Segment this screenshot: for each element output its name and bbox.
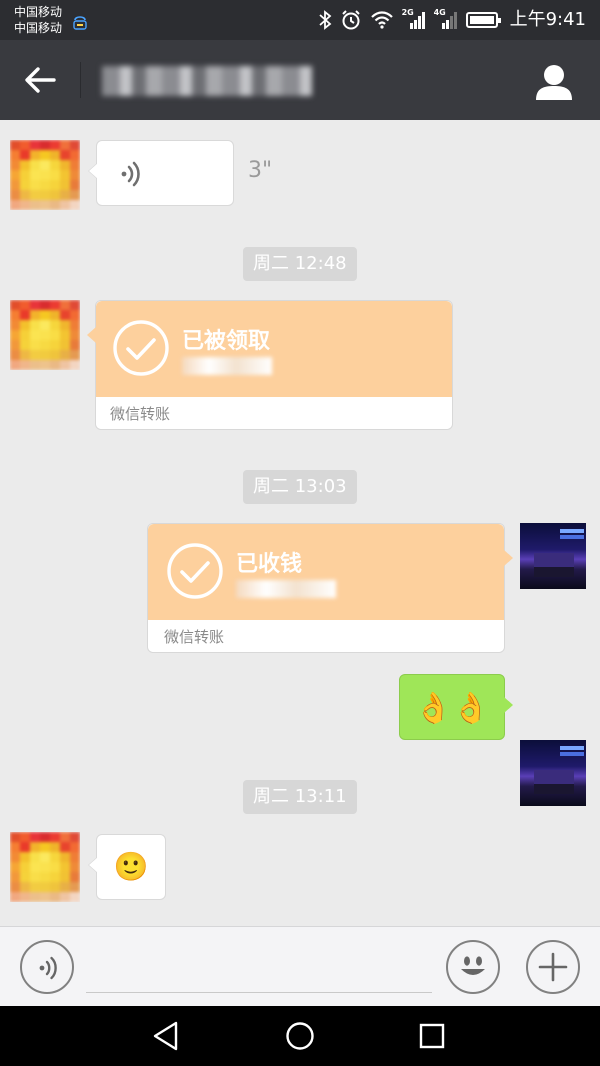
nav-back-icon[interactable] [148,1018,184,1054]
transfer-label: 微信转账 [110,405,171,423]
voice-input-button[interactable] [20,940,74,994]
contact-avatar[interactable] [10,832,80,902]
transfer-card-received[interactable]: 已被领取 微信转账 [87,300,453,430]
more-options-button[interactable] [526,940,580,994]
emoji-icon [461,956,485,975]
self-avatar[interactable] [520,740,586,806]
voice-message-bubble[interactable] [88,140,234,206]
message-input[interactable] [86,941,432,993]
signal-4g-icon: 4G [434,8,458,30]
transfer-card-footer: 微信转账 [96,397,452,429]
transfer-card-header: 已收钱 [148,524,504,620]
self-avatar[interactable] [520,523,586,589]
voice-duration: 3" [248,158,273,183]
chat-title [102,66,312,96]
check-circle-icon [167,543,223,599]
message-timestamp: 周二 12:48 [243,247,357,281]
wifi-icon [370,11,393,29]
alarm-icon [341,10,360,30]
plus-icon [538,952,568,982]
title-divider [80,62,81,98]
carrier-1: 中国移动 [14,5,63,19]
emoji-message-text: 👌👌 [414,691,490,726]
chat-area[interactable]: 3" 周二 12:48 已被领取 微信转账 周二 13:03 已收钱 微信转账 … [0,120,600,926]
voice-play-icon [121,161,140,187]
nav-home-icon[interactable] [282,1018,318,1054]
emoji-message-bubble[interactable]: 🙂 [88,834,166,900]
battery-icon [465,12,501,28]
title-bar [0,40,600,120]
status-icons: 2G 4G 上午9:41 [318,8,586,32]
bluetooth-icon [318,10,331,30]
contact-avatar[interactable] [10,300,80,370]
status-time: 上午9:41 [509,9,586,30]
emoji-message-bubble[interactable]: 👌👌 [399,674,513,740]
emoji-button[interactable] [446,940,500,994]
transfer-card-footer: 微信转账 [148,620,504,652]
nav-recent-icon[interactable] [414,1018,450,1054]
bubble-tail [87,327,96,343]
back-arrow-icon[interactable] [20,60,60,100]
check-circle-icon [113,320,169,376]
system-nav-bar [0,1006,600,1066]
transfer-status: 已被领取 [182,329,271,354]
profile-icon[interactable] [532,60,576,104]
transfer-amount [236,580,336,598]
input-bar [0,926,600,1006]
contact-avatar[interactable] [10,140,80,210]
transfer-card-header: 已被领取 [96,301,452,397]
message-timestamp: 周二 13:03 [243,470,357,504]
hd-call-icon [73,16,87,30]
transfer-status: 已收钱 [236,552,303,577]
carrier-info: 中国移动 中国移动 [14,4,62,36]
bubble-tail [504,550,513,566]
signal-2g-icon: 2G [402,8,426,30]
transfer-card-collected[interactable]: 已收钱 微信转账 [147,523,513,653]
transfer-label: 微信转账 [164,628,225,646]
message-timestamp: 周二 13:11 [243,780,357,814]
voice-input-icon [39,956,57,980]
emoji-message-text: 🙂 [113,850,149,883]
carrier-2: 中国移动 [14,21,63,35]
transfer-amount [182,357,272,375]
status-bar: 中国移动 中国移动 2G 4G 上午9:41 [0,0,600,40]
